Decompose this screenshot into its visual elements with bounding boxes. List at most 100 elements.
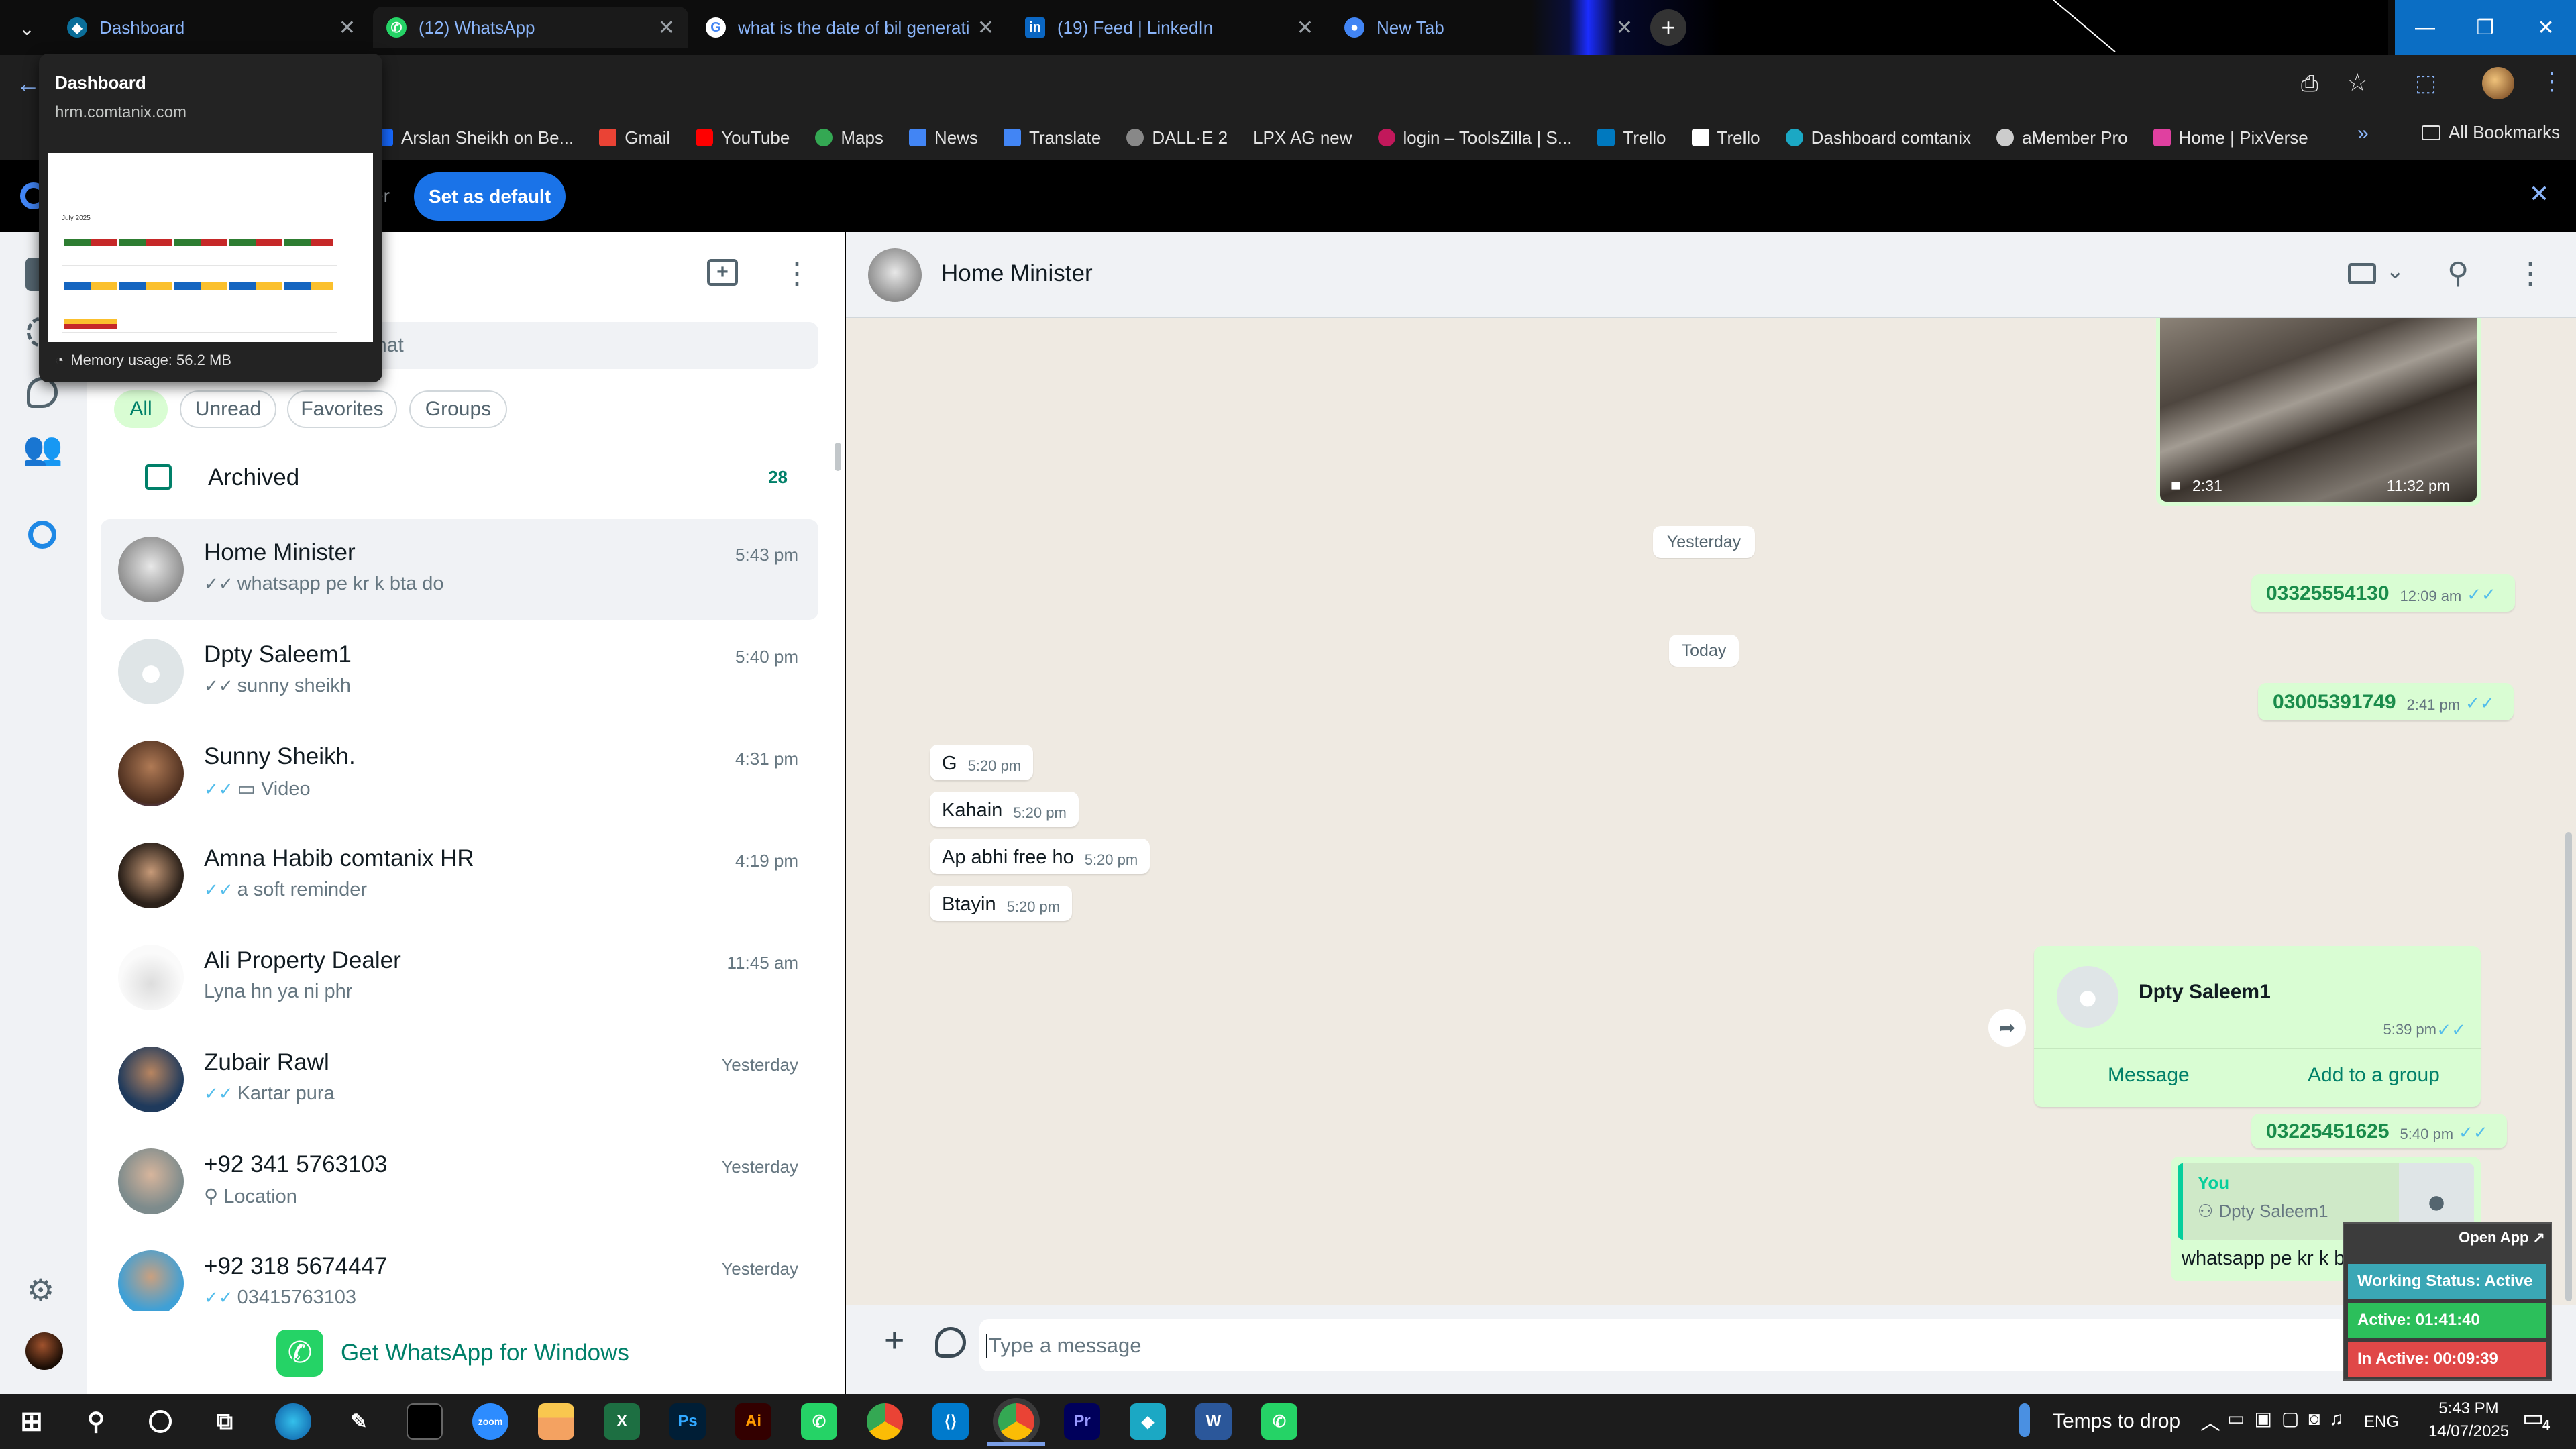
message-bubble-outgoing[interactable]: 03225451625 5:40 pm ✓✓ [2251, 1114, 2507, 1148]
comtanix-app-icon[interactable]: ◆ [1130, 1403, 1166, 1440]
search-icon[interactable]: ⚲ [2447, 256, 2469, 290]
minimize-icon[interactable]: — [2395, 0, 2455, 55]
profile-avatar[interactable] [25, 1332, 63, 1370]
new-tab-button[interactable]: + [1650, 9, 1686, 46]
contact-card-message[interactable]: ● Dpty Saleem1 5:39 pm ✓✓ Message Add to… [2034, 946, 2481, 1107]
vscode-icon[interactable]: ⟨⟩ [932, 1403, 969, 1440]
browser-tab-newtab[interactable]: ● New Tab ✕ [1331, 7, 1646, 48]
bookmark-item[interactable]: Maps [815, 127, 883, 148]
meta-ai-icon[interactable] [28, 521, 56, 549]
bookmark-item[interactable]: Arslan Sheikh on Be... [376, 127, 574, 148]
message-bubble-outgoing[interactable]: 03005391749 2:41 pm ✓✓ [2258, 683, 2514, 720]
illustrator-icon[interactable]: Ai [735, 1403, 771, 1440]
filter-unread[interactable]: Unread [180, 390, 276, 428]
bookmark-item[interactable]: Trello [1597, 127, 1666, 148]
zoom-icon[interactable]: zoom [472, 1403, 508, 1440]
restore-icon[interactable]: ❐ [2455, 0, 2516, 55]
chevron-down-icon[interactable]: ⌄ [2385, 258, 2405, 284]
archived-row[interactable]: Archived 28 [101, 451, 818, 504]
chat-row-amna-habib[interactable]: Amna Habib comtanix HR ✓✓ a soft reminder… [101, 825, 818, 926]
weather-text[interactable]: Temps to drop [2053, 1410, 2180, 1433]
chat-row-sunny-sheikh[interactable]: Sunny Sheikh. ✓✓ ▭ Video 4:31 pm [101, 723, 818, 824]
all-bookmarks-button[interactable]: All Bookmarks [2422, 122, 2560, 143]
more-bookmarks-chevron-icon[interactable]: » [2357, 122, 2369, 145]
message-text[interactable]: 03005391749 [2273, 691, 2396, 714]
message-bubble-outgoing[interactable]: 03325554130 12:09 am ✓✓ [2251, 574, 2515, 612]
bookmark-item[interactable]: YouTube [696, 127, 790, 148]
chat-row-92-341-5763103[interactable]: +92 341 5763103 ⚲ Location Yesterday [101, 1131, 818, 1232]
set-as-default-button[interactable]: Set as default [414, 172, 566, 221]
install-app-icon[interactable]: ⎙ [2301, 71, 2318, 97]
chat-row-92-318-5674447[interactable]: +92 318 5674447 ✓✓ 03415763103 Yesterday [101, 1233, 818, 1311]
browser-tab-linkedin[interactable]: in (19) Feed | LinkedIn ✕ [1012, 7, 1327, 48]
add-to-group-button[interactable]: Add to a group [2308, 1064, 2440, 1087]
contact-name[interactable]: Home Minister [941, 260, 1093, 287]
tray-icons[interactable]: ▭▣▢◙♫ [2227, 1407, 2353, 1430]
cortana-icon[interactable] [142, 1403, 178, 1440]
message-text[interactable]: 03325554130 [2266, 582, 2390, 605]
bookmark-item[interactable]: login – ToolsZilla | S... [1377, 127, 1572, 148]
contact-card-message-button[interactable]: Message [2108, 1064, 2190, 1087]
message-input[interactable] [979, 1319, 2348, 1371]
communities-icon[interactable]: 👥 [23, 433, 63, 466]
bookmark-item[interactable]: Trello [1691, 127, 1760, 148]
clock-time[interactable]: 5:43 PM [2422, 1399, 2516, 1418]
new-chat-icon[interactable]: + [707, 259, 738, 286]
conversation-menu-icon[interactable]: ⋮ [2516, 256, 2545, 290]
notification-icon[interactable]: ▭ [2522, 1405, 2544, 1432]
bookmark-item[interactable]: Translate [1003, 127, 1101, 148]
bookmark-item[interactable]: Home | PixVerse [2153, 127, 2308, 148]
contact-avatar[interactable] [868, 248, 922, 302]
clock-date[interactable]: 14/07/2025 [2414, 1422, 2524, 1441]
filter-groups[interactable]: Groups [409, 390, 507, 428]
message-bubble-incoming[interactable]: Ap abhi free ho 5:20 pm [930, 839, 1150, 874]
video-message[interactable]: ■ 2:31 11:32 pm [2156, 318, 2481, 506]
close-tab-icon[interactable]: ✕ [1616, 16, 1633, 40]
terminal-icon[interactable] [407, 1403, 443, 1440]
bookmark-item[interactable]: Dashboard comtanix [1785, 127, 1971, 148]
chrome-profile-icon[interactable] [998, 1403, 1034, 1440]
language-indicator[interactable]: ENG [2364, 1413, 2399, 1432]
bookmark-star-icon[interactable]: ☆ [2347, 68, 2368, 97]
forward-icon[interactable]: ➦ [1988, 1009, 2026, 1046]
premiere-icon[interactable]: Pr [1064, 1403, 1100, 1440]
browser-tab-whatsapp[interactable]: ✆ (12) WhatsApp ✕ [373, 7, 688, 48]
edge-icon[interactable] [275, 1403, 311, 1440]
message-text[interactable]: 03225451625 [2266, 1120, 2390, 1143]
chrome-icon[interactable] [867, 1403, 903, 1440]
filter-favorites[interactable]: Favorites [287, 390, 397, 428]
filter-all[interactable]: All [114, 390, 168, 428]
search-icon[interactable]: ⚲ [78, 1403, 114, 1440]
file-explorer-icon[interactable] [538, 1403, 574, 1440]
bookmark-item[interactable]: Gmail [599, 127, 670, 148]
back-arrow-icon[interactable]: ← [16, 70, 40, 98]
chat-list-menu-icon[interactable]: ⋮ [782, 256, 812, 290]
get-app-banner[interactable]: ✆ Get WhatsApp for Windows [87, 1311, 845, 1394]
attach-plus-icon[interactable]: + [884, 1323, 904, 1358]
message-bubble-incoming[interactable]: Kahain 5:20 pm [930, 792, 1079, 827]
browser-menu-icon[interactable]: ⋮ [2540, 67, 2564, 95]
chat-row-dpty-saleem1[interactable]: ● Dpty Saleem1 ✓✓ sunny sheikh 5:40 pm [101, 621, 818, 722]
message-bubble-incoming[interactable]: Btayin 5:20 pm [930, 885, 1073, 921]
whatsapp-app-icon[interactable]: ✆ [1261, 1403, 1297, 1440]
close-tab-icon[interactable]: ✕ [977, 16, 994, 40]
message-bubble-incoming[interactable]: G 5:20 pm [930, 745, 1034, 780]
excel-icon[interactable]: X [604, 1403, 640, 1440]
tab-search-dropdown[interactable]: ⌄ [9, 11, 44, 46]
sticker-emoji-icon[interactable] [935, 1327, 966, 1358]
whatsapp-desktop-icon[interactable]: ✆ [801, 1403, 837, 1440]
bookmark-item[interactable]: News [908, 127, 978, 148]
bookmark-item[interactable]: DALL·E 2 [1126, 127, 1228, 148]
photoshop-icon[interactable]: Ps [669, 1403, 706, 1440]
chat-row-zubair-rawl[interactable]: Zubair Rawl ✓✓ Kartar pura Yesterday [101, 1029, 818, 1130]
chat-row-ali-property-dealer[interactable]: Ali Property Dealer Lyna hn ya ni phr 11… [101, 927, 818, 1028]
open-app-button[interactable]: Open App ↗ [2459, 1229, 2545, 1246]
bookmark-item[interactable]: aMember Pro [1996, 127, 2128, 148]
bookmark-item[interactable]: LPX AG new [1253, 127, 1352, 148]
browser-tab-dashboard[interactable]: ◆ Dashboard ✕ [54, 7, 369, 48]
close-tab-icon[interactable]: ✕ [339, 16, 356, 40]
close-tab-icon[interactable]: ✕ [1297, 16, 1313, 40]
task-view-icon[interactable]: ⧉ [207, 1403, 243, 1440]
show-hidden-icons-chevron-icon[interactable]: ︿ [2200, 1406, 2220, 1436]
close-window-icon[interactable]: ✕ [2516, 0, 2576, 55]
